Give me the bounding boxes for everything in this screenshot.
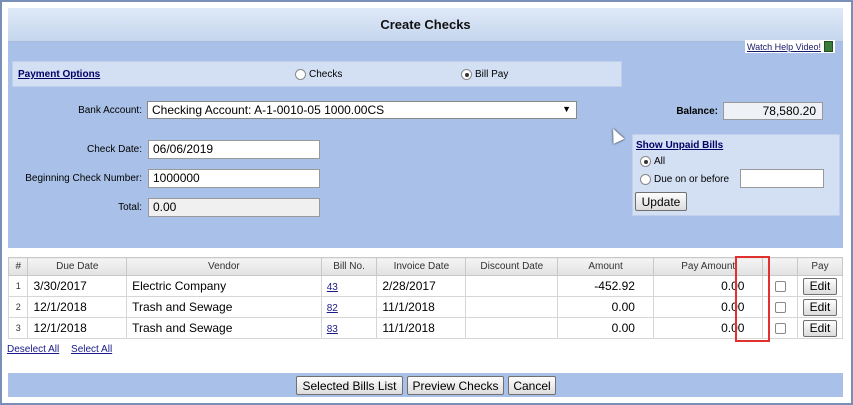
amount-cell: 0.00 xyxy=(557,296,654,318)
radio-bill-pay[interactable]: Bill Pay xyxy=(461,69,508,80)
radio-checks-label: Checks xyxy=(309,69,343,80)
radio-checks[interactable]: Checks xyxy=(295,69,342,80)
row-select-checkbox[interactable] xyxy=(774,302,786,314)
amount-cell: -452.92 xyxy=(557,275,654,297)
check-date-label: Check Date: xyxy=(86,144,142,155)
deselect-all-link[interactable]: Deselect All xyxy=(7,344,59,355)
balance-label: Balance: xyxy=(676,106,718,117)
edit-button[interactable]: Edit xyxy=(802,319,837,337)
payment-options-label: Payment Options xyxy=(18,69,101,80)
select-all-link[interactable]: Select All xyxy=(71,344,112,355)
bill-no-link[interactable]: 83 xyxy=(327,324,338,335)
pay-amount-cell: 0.00 xyxy=(652,296,764,318)
bill-no-link[interactable]: 43 xyxy=(327,282,338,293)
row-index: 2 xyxy=(7,296,29,318)
invoice-date-cell: 11/1/2018 xyxy=(376,296,467,318)
bills-table: # Due Date Vendor Bill No. Invoice Date … xyxy=(7,257,844,339)
film-icon xyxy=(824,41,833,52)
beginning-check-number-label: Beginning Check Number: xyxy=(25,173,142,184)
total-label: Total: xyxy=(118,202,142,213)
col-header-due-date[interactable]: Due Date xyxy=(27,257,128,276)
pay-amount-cell: 0.00 xyxy=(652,317,764,339)
col-header-index: # xyxy=(7,257,29,276)
preview-checks-button[interactable]: Preview Checks xyxy=(407,376,504,395)
table-row: 2 12/1/2018 Trash and Sewage 82 11/1/201… xyxy=(7,296,844,318)
row-select-checkbox[interactable] xyxy=(774,281,786,293)
vendor-cell: Trash and Sewage xyxy=(126,296,322,318)
cancel-button[interactable]: Cancel xyxy=(508,376,556,395)
vendor-cell: Trash and Sewage xyxy=(126,317,322,339)
help-link-label[interactable]: Watch Help Video! xyxy=(747,42,821,52)
edit-button[interactable]: Edit xyxy=(802,277,837,295)
radio-due-before-label: Due on or before xyxy=(654,174,730,185)
radio-bill-pay-icon[interactable] xyxy=(461,69,472,80)
table-row: 1 3/30/2017 Electric Company 43 2/28/201… xyxy=(7,275,844,297)
help-video-link[interactable]: Watch Help Video! xyxy=(744,40,835,53)
radio-checks-icon[interactable] xyxy=(295,69,306,80)
col-header-vendor[interactable]: Vendor xyxy=(126,257,322,276)
invoice-date-cell: 2/28/2017 xyxy=(376,275,467,297)
check-date-input[interactable]: 06/06/2019 xyxy=(148,140,320,159)
edit-button[interactable]: Edit xyxy=(802,298,837,316)
radio-due-before-icon[interactable] xyxy=(640,174,651,185)
discount-date-cell xyxy=(465,275,559,297)
bank-account-label: Bank Account: xyxy=(78,105,142,116)
unpaid-bills-label: Show Unpaid Bills xyxy=(636,140,724,151)
radio-all[interactable]: All xyxy=(640,156,665,167)
radio-due-before[interactable]: Due on or before xyxy=(640,174,729,185)
due-date-input[interactable] xyxy=(740,169,824,188)
amount-cell: 0.00 xyxy=(557,317,654,339)
update-button[interactable]: Update xyxy=(635,192,687,211)
bill-no-link[interactable]: 82 xyxy=(327,303,338,314)
dropdown-arrow-icon: ▼ xyxy=(562,104,571,114)
radio-bill-pay-label: Bill Pay xyxy=(475,69,509,80)
row-select-checkbox[interactable] xyxy=(774,323,786,335)
bank-account-value: Checking Account: A-1-0010-05 1000.00CS xyxy=(152,103,385,117)
vendor-cell: Electric Company xyxy=(126,275,322,297)
due-date-cell: 3/30/2017 xyxy=(27,275,128,297)
due-date-cell: 12/1/2018 xyxy=(27,296,128,318)
page-title: Create Checks xyxy=(8,8,843,42)
table-header-row: # Due Date Vendor Bill No. Invoice Date … xyxy=(7,257,844,276)
col-header-invoice-date[interactable]: Invoice Date xyxy=(376,257,467,276)
invoice-date-cell: 11/1/2018 xyxy=(376,317,467,339)
balance-value: 78,580.20 xyxy=(723,102,823,120)
table-row: 3 12/1/2018 Trash and Sewage 83 11/1/201… xyxy=(7,317,844,339)
pay-amount-cell: 0.00 xyxy=(652,275,764,297)
row-index: 3 xyxy=(7,317,29,339)
radio-all-label: All xyxy=(654,156,666,167)
col-header-pay: Pay xyxy=(796,257,844,276)
bank-account-select[interactable]: Checking Account: A-1-0010-05 1000.00CS … xyxy=(147,101,577,119)
beginning-check-number-input[interactable]: 1000000 xyxy=(148,169,320,188)
col-header-pay-amount[interactable]: Pay Amount xyxy=(652,257,764,276)
col-header-amount[interactable]: Amount xyxy=(557,257,654,276)
col-header-discount-date[interactable]: Discount Date xyxy=(465,257,559,276)
selection-links: Deselect All Select All xyxy=(7,344,121,355)
total-value: 0.00 xyxy=(148,198,320,217)
due-date-cell: 12/1/2018 xyxy=(27,317,128,339)
row-index: 1 xyxy=(7,275,29,297)
col-header-select xyxy=(762,257,798,276)
radio-all-icon[interactable] xyxy=(640,156,651,167)
discount-date-cell xyxy=(465,317,559,339)
col-header-bill-no[interactable]: Bill No. xyxy=(320,257,378,276)
selected-bills-list-button[interactable]: Selected Bills List xyxy=(296,376,403,395)
discount-date-cell xyxy=(465,296,559,318)
